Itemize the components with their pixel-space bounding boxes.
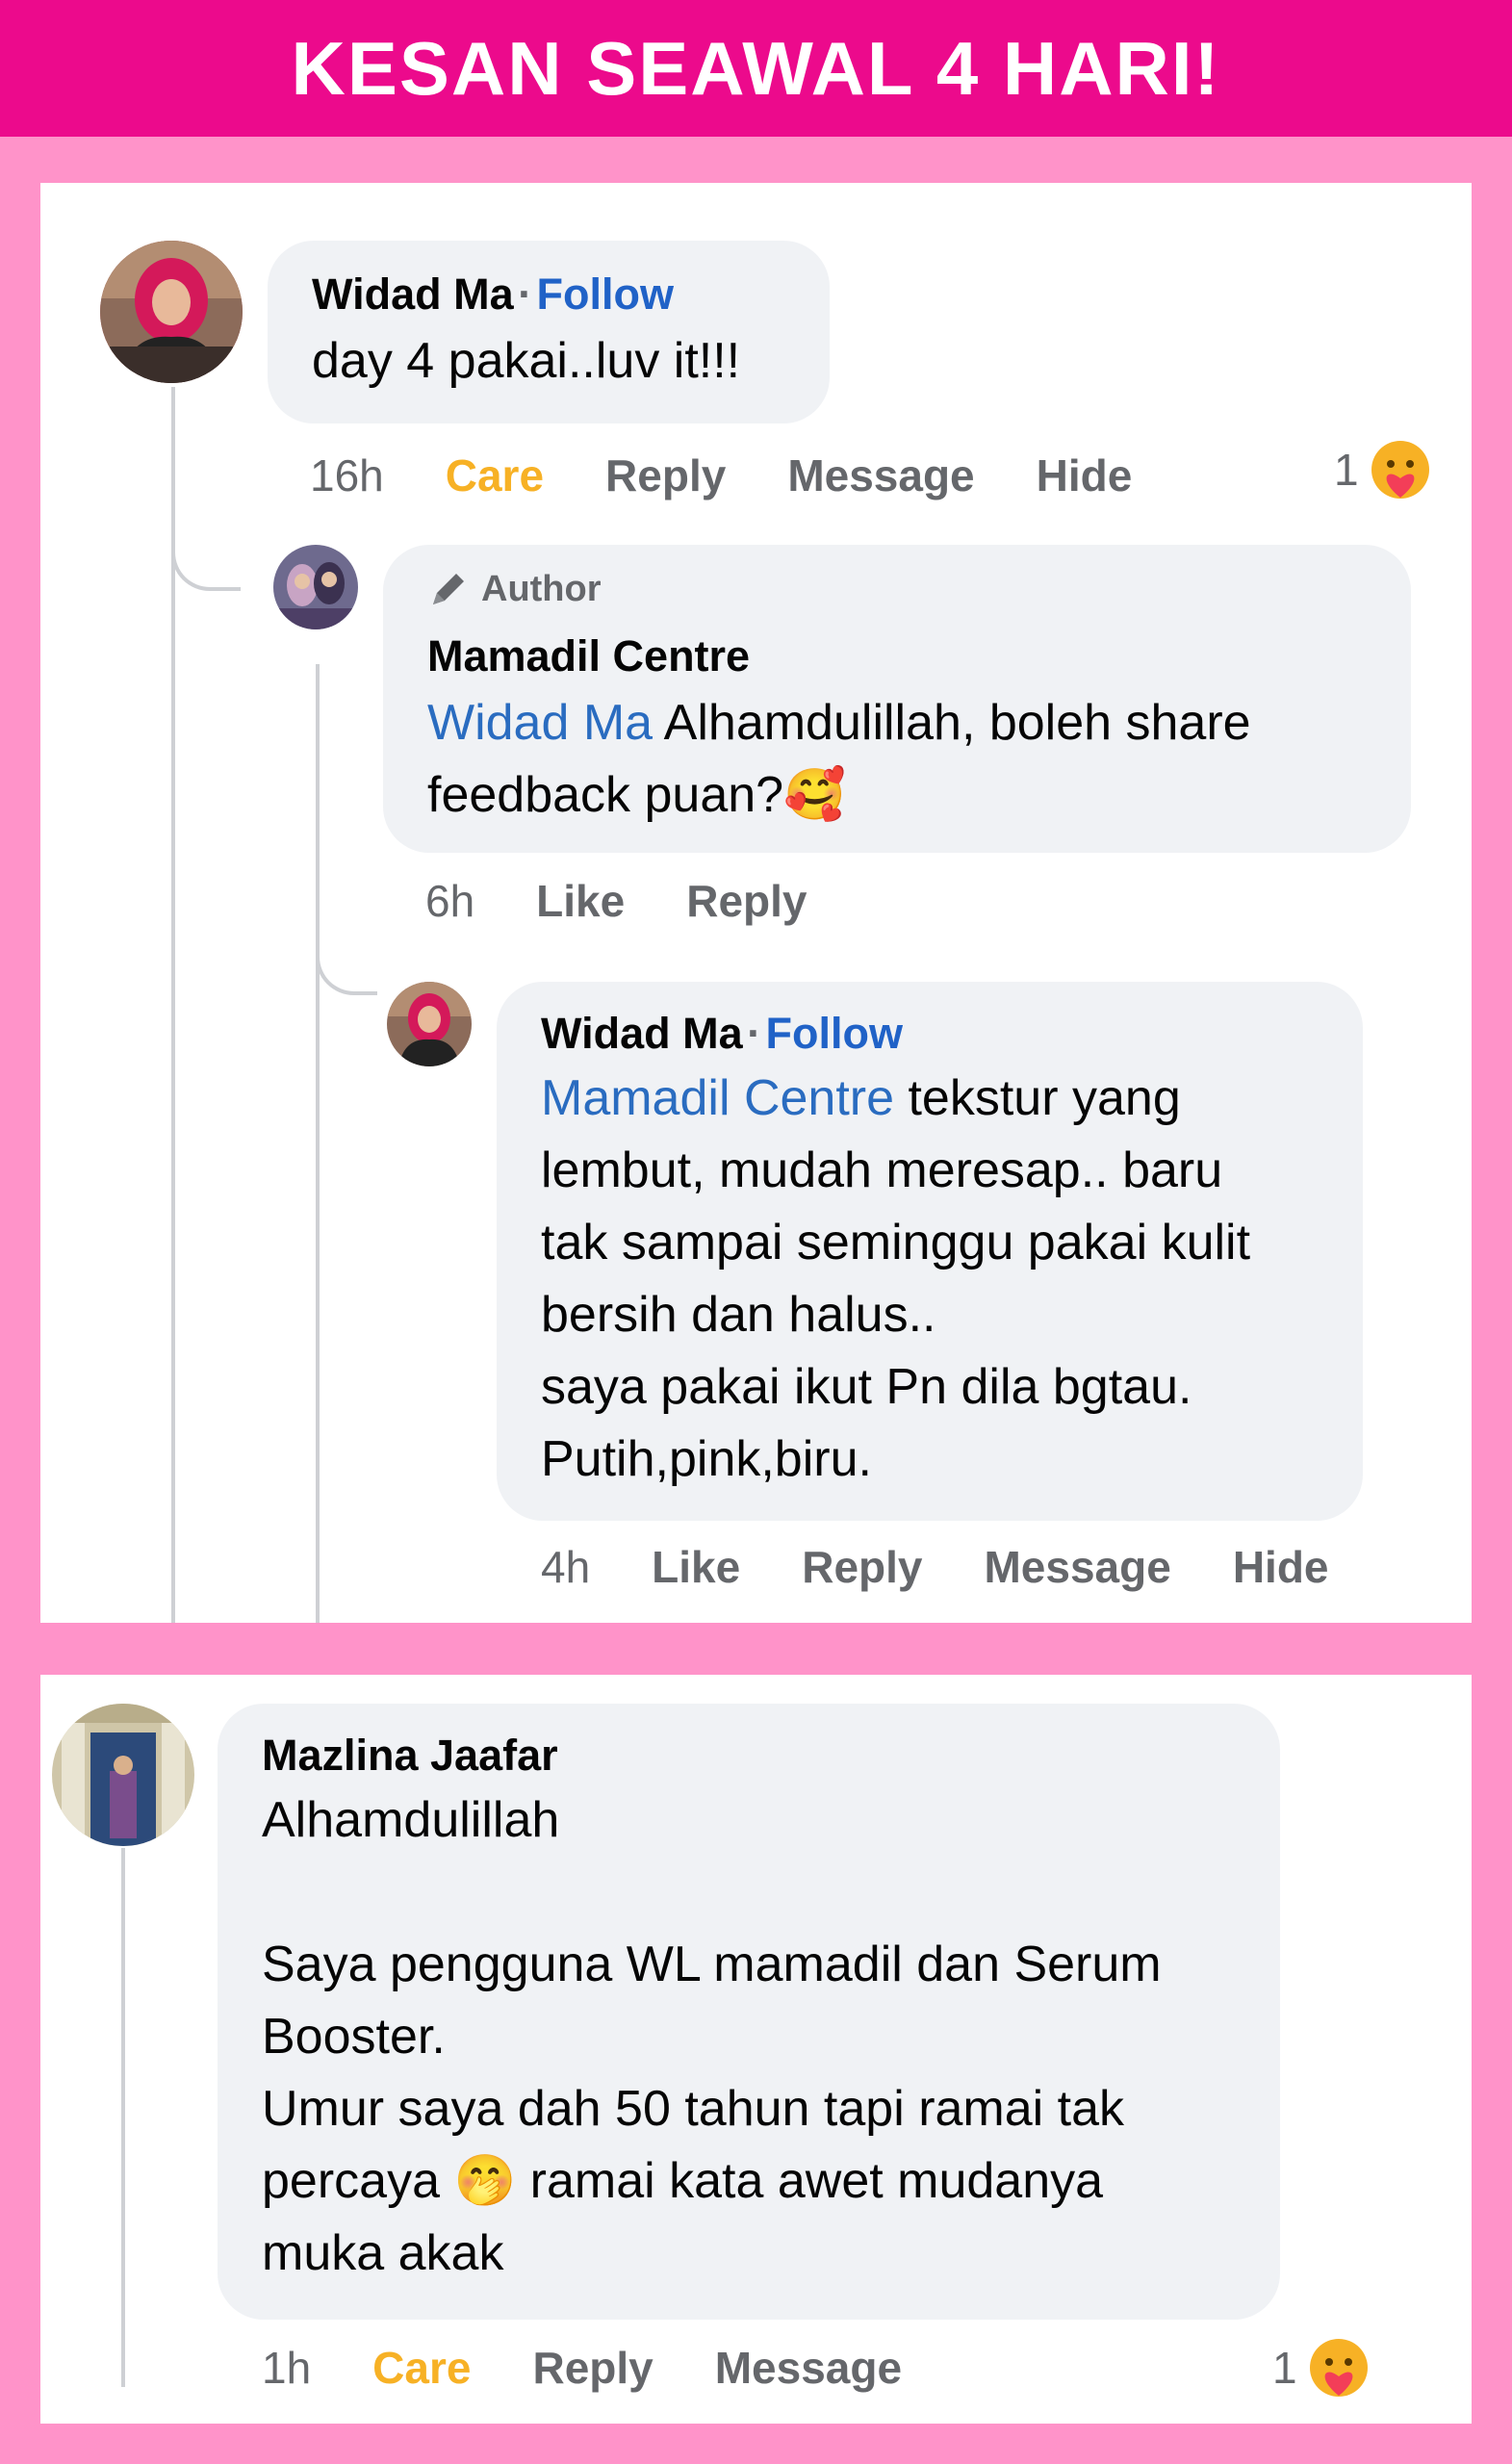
- reply-button[interactable]: Reply: [532, 2342, 653, 2394]
- reply-text-line: tak sampai seminggu pakai kulit: [541, 1215, 1251, 1270]
- avatar-image: [100, 241, 243, 383]
- comment-panel-2: Mazlina Jaafar Alhamdulillah Saya penggu…: [40, 1675, 1472, 2424]
- comment-text: Alhamdulillah Saya pengguna WL mamadil d…: [262, 1784, 1263, 2290]
- reply-text-line: tekstur yang: [894, 1070, 1181, 1126]
- follow-link[interactable]: Follow: [537, 270, 674, 319]
- reply-button[interactable]: Reply: [686, 875, 807, 927]
- message-button[interactable]: Message: [787, 449, 974, 501]
- comment-text-line: Alhamdulillah: [262, 1792, 560, 1848]
- author-label: Author: [481, 568, 602, 609]
- reply-text: Widad Ma Alhamdulillah, boleh share feed…: [427, 687, 1390, 832]
- comment-actions: 1h Care Reply Message: [262, 2329, 963, 2406]
- comment-bubble: Mazlina Jaafar Alhamdulillah Saya penggu…: [218, 1704, 1280, 2320]
- comment-text-line: Saya pengguna WL mamadil dan Serum: [262, 1937, 1162, 1992]
- reply-actions: 4h Like Reply Message Hide: [541, 1528, 1391, 1605]
- thread-connector: [316, 934, 377, 995]
- comment-text-line: ramai kata awet mudanya: [516, 2153, 1104, 2209]
- hide-button[interactable]: Hide: [1233, 1541, 1329, 1593]
- reply-bubble: Author Mamadil Centre Widad Ma Alhamduli…: [383, 545, 1411, 853]
- reaction-count: 1: [1272, 2343, 1297, 2393]
- message-button[interactable]: Message: [984, 1541, 1170, 1593]
- thread-line: [121, 1848, 125, 2387]
- reply-text-line: lembut, mudah meresap.. baru: [541, 1142, 1223, 1198]
- reply-text: Mamadil Centre tekstur yang lembut, muda…: [541, 1063, 1349, 1496]
- avatar-image: [273, 545, 358, 629]
- commenter-name[interactable]: Mamadil Centre: [427, 631, 750, 681]
- reaction-summary[interactable]: 1: [1272, 2329, 1371, 2406]
- hide-button[interactable]: Hide: [1037, 449, 1133, 501]
- timestamp[interactable]: 4h: [541, 1541, 590, 1593]
- avatar-image: [52, 1704, 194, 1846]
- timestamp[interactable]: 6h: [425, 875, 474, 927]
- care-button[interactable]: Care: [372, 2342, 471, 2394]
- reply-bubble: Widad Ma · Follow Mamadil Centre tekstur…: [497, 982, 1363, 1521]
- reply-text-line: saya pakai ikut Pn dila bgtau.: [541, 1359, 1192, 1415]
- care-emoji-icon: [1371, 441, 1429, 499]
- avatar-widad[interactable]: [100, 241, 243, 383]
- like-button[interactable]: Like: [652, 1541, 740, 1593]
- message-button[interactable]: Message: [715, 2342, 902, 2394]
- care-button[interactable]: Care: [446, 449, 544, 501]
- timestamp[interactable]: 1h: [262, 2342, 311, 2394]
- reaction-summary[interactable]: 1: [1334, 431, 1432, 508]
- care-emoji-icon: [1309, 2339, 1368, 2397]
- reply-text-line: Alhamdulillah, boleh share: [653, 695, 1251, 751]
- reply-text-line: bersih dan halus..: [541, 1287, 936, 1343]
- reply-text-line: feedback puan?: [427, 767, 784, 823]
- separator-dot: ·: [747, 1009, 762, 1058]
- reply-button[interactable]: Reply: [802, 1541, 922, 1593]
- smiling-hearts-emoji-icon: 🥰: [783, 767, 846, 823]
- reply-button[interactable]: Reply: [605, 449, 726, 501]
- thread-connector: [171, 529, 241, 591]
- comment-text-line: Booster.: [262, 2009, 446, 2065]
- reply-actions: 6h Like Reply: [425, 862, 868, 939]
- comment-actions: 16h Care Reply Message Hide: [310, 437, 1193, 514]
- comment-panel-1: Widad Ma · Follow day 4 pakai..luv it!!!…: [40, 183, 1472, 1623]
- thread-line: [171, 387, 175, 1623]
- comment-text-line: Umur saya dah 50 tahun tapi ramai tak: [262, 2081, 1125, 2137]
- commenter-name[interactable]: Mazlina Jaafar: [262, 1731, 558, 1781]
- banner: KESAN SEAWAL 4 HARI!: [0, 0, 1512, 137]
- comment-text-line: muka akak: [262, 2225, 504, 2281]
- timestamp[interactable]: 16h: [310, 449, 384, 501]
- mention-link[interactable]: Widad Ma: [427, 695, 653, 751]
- reply-text-line: Putih,pink,biru.: [541, 1431, 872, 1487]
- reaction-count: 1: [1334, 445, 1359, 495]
- pencil-icon: [433, 574, 464, 604]
- comment-text-line: percaya: [262, 2153, 454, 2209]
- avatar-mazlina[interactable]: [52, 1704, 194, 1846]
- mention-link[interactable]: Mamadil Centre: [541, 1070, 894, 1126]
- avatar-mamadil[interactable]: [273, 545, 358, 629]
- like-button[interactable]: Like: [536, 875, 625, 927]
- comment-text: day 4 pakai..luv it!!!: [312, 333, 741, 389]
- separator-dot: ·: [518, 270, 533, 319]
- thread-line: [316, 664, 320, 1623]
- commenter-name[interactable]: Widad Ma: [312, 270, 514, 319]
- banner-title: KESAN SEAWAL 4 HARI!: [291, 25, 1221, 111]
- avatar-image: [387, 982, 472, 1066]
- hand-over-mouth-emoji-icon: 🤭: [453, 2153, 517, 2209]
- author-badge: Author: [427, 568, 602, 610]
- commenter-name[interactable]: Widad Ma: [541, 1009, 743, 1058]
- avatar-widad-small[interactable]: [387, 982, 472, 1066]
- follow-link[interactable]: Follow: [766, 1009, 903, 1058]
- comment-bubble: Widad Ma · Follow day 4 pakai..luv it!!!: [268, 241, 830, 424]
